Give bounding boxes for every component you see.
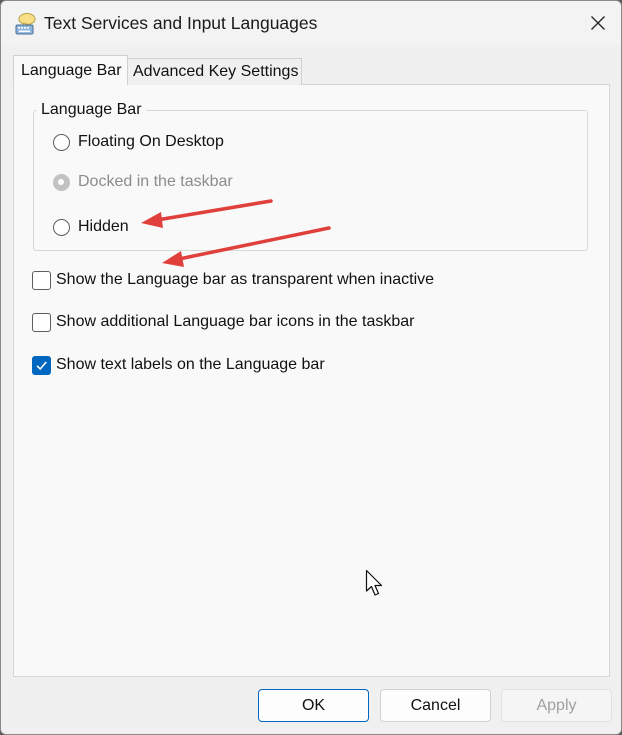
radio-indicator <box>53 133 70 151</box>
checkbox-box <box>32 355 51 375</box>
checkbox-transparent-when-inactive[interactable]: Show the Language bar as transparent whe… <box>32 269 434 291</box>
checkbox-text-labels[interactable]: Show text labels on the Language bar <box>32 354 325 376</box>
checkbox-additional-icons[interactable]: Show additional Language bar icons in th… <box>32 311 414 333</box>
ok-button[interactable]: OK <box>258 689 369 722</box>
checkbox-label: Show text labels on the Language bar <box>56 356 325 373</box>
dialog-window: Text Services and Input Languages Langua… <box>0 0 622 735</box>
checkbox-label: Show the Language bar as transparent whe… <box>56 271 435 288</box>
keyboard-speech-bubble-icon <box>15 13 36 35</box>
window-title: Text Services and Input Languages <box>44 13 318 33</box>
radio-label: Hidden <box>78 218 129 235</box>
tab-language-bar[interactable]: Language Bar <box>13 55 128 85</box>
radio-label: Floating On Desktop <box>78 133 224 150</box>
radio-floating-on-desktop[interactable]: Floating On Desktop <box>53 131 224 153</box>
radio-docked-in-taskbar[interactable]: Docked in the taskbar <box>53 171 233 193</box>
checkbox-box <box>32 270 51 290</box>
mouse-pointer-icon <box>365 569 383 596</box>
title-bar: Text Services and Input Languages <box>1 1 621 45</box>
radio-indicator <box>53 218 70 236</box>
radio-label: Docked in the taskbar <box>78 173 233 190</box>
close-icon <box>591 16 605 30</box>
checkbox-label: Show additional Language bar icons in th… <box>56 313 415 330</box>
groupbox-label: Language Bar <box>37 101 146 119</box>
radio-indicator <box>53 173 70 191</box>
checkmark-icon <box>36 360 47 370</box>
close-button[interactable] <box>575 1 621 45</box>
checkbox-box <box>32 312 51 332</box>
apply-button[interactable]: Apply <box>501 689 612 722</box>
radio-hidden[interactable]: Hidden <box>53 216 129 238</box>
tab-advanced-key-settings[interactable]: Advanced Key Settings <box>128 58 302 85</box>
cancel-button[interactable]: Cancel <box>380 689 491 722</box>
